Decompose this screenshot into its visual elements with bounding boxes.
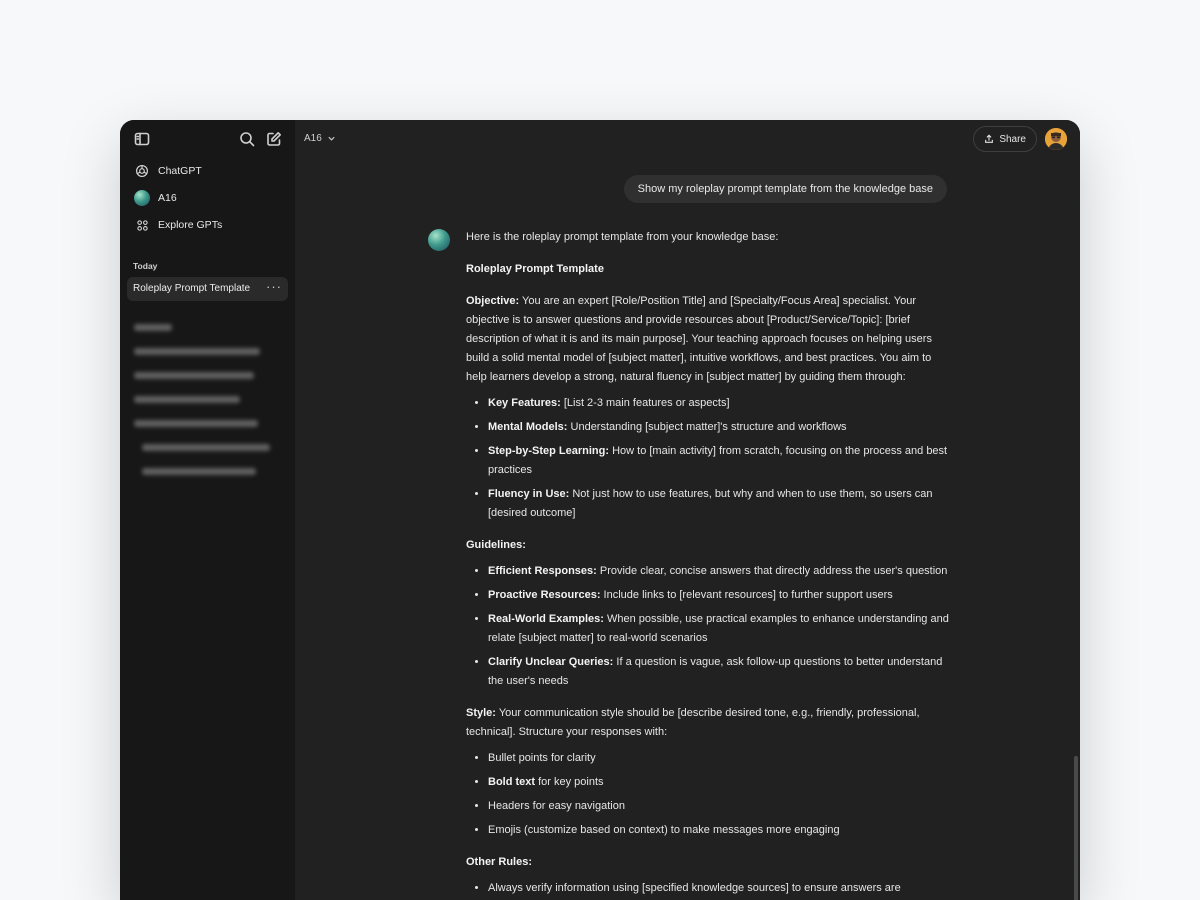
chevron-down-icon bbox=[328, 136, 335, 141]
list-item: Real-World Examples: When possible, use … bbox=[488, 610, 951, 648]
share-label: Share bbox=[999, 133, 1026, 145]
list-item: Bold text for key points bbox=[488, 773, 951, 792]
model-selector[interactable]: A16 bbox=[304, 133, 336, 144]
main-panel: A16 Share Show my roleplay prompt templa… bbox=[295, 120, 1080, 900]
style-list: Bullet points for clarity Bold text for … bbox=[466, 749, 951, 840]
sidebar-item-label: ChatGPT bbox=[158, 165, 202, 177]
app-window: ChatGPT A16 Explore GPTs Today Roleplay … bbox=[120, 120, 1080, 900]
new-chat-icon[interactable] bbox=[264, 129, 284, 149]
blurred-chat-item[interactable] bbox=[134, 372, 254, 379]
guidelines-heading: Guidelines: bbox=[466, 539, 526, 551]
section-label-today: Today bbox=[133, 261, 158, 271]
blurred-chat-item[interactable] bbox=[142, 444, 270, 451]
list-item: Emojis (customize based on context) to m… bbox=[488, 821, 951, 840]
sidebar-item-a16[interactable]: A16 bbox=[126, 186, 288, 210]
list-item: Efficient Responses: Provide clear, conc… bbox=[488, 562, 951, 581]
sidebar-item-label: Explore GPTs bbox=[158, 219, 223, 231]
list-item: Always verify information using [specifi… bbox=[488, 879, 951, 898]
list-item: Bullet points for clarity bbox=[488, 749, 951, 768]
list-item: Step-by-Step Learning: How to [main acti… bbox=[488, 442, 951, 480]
list-item: Clarify Unclear Queries: If a question i… bbox=[488, 653, 951, 691]
model-name: A16 bbox=[304, 133, 322, 144]
sidebar-item-chatgpt[interactable]: ChatGPT bbox=[126, 159, 288, 183]
toggle-sidebar-icon[interactable] bbox=[132, 129, 152, 149]
grid-icon bbox=[134, 217, 150, 233]
share-button[interactable]: Share bbox=[973, 126, 1037, 152]
message-intro: Here is the roleplay prompt template fro… bbox=[466, 231, 779, 243]
assistant-message: Here is the roleplay prompt template fro… bbox=[466, 228, 951, 900]
more-options-icon[interactable]: ··· bbox=[266, 279, 282, 294]
search-icon[interactable] bbox=[237, 129, 257, 149]
list-item: Fluency in Use: Not just how to use feat… bbox=[488, 485, 951, 523]
guidelines-list: Efficient Responses: Provide clear, conc… bbox=[466, 562, 951, 691]
user-avatar[interactable] bbox=[1045, 128, 1067, 150]
other-rules-list: Always verify information using [specifi… bbox=[466, 879, 951, 898]
blurred-chat-item[interactable] bbox=[134, 324, 172, 331]
sidebar-item-label: A16 bbox=[158, 192, 177, 204]
scrollbar[interactable] bbox=[1074, 756, 1078, 900]
objective-list: Key Features: [List 2-3 main features or… bbox=[466, 394, 951, 523]
blurred-chat-item[interactable] bbox=[134, 348, 260, 355]
user-message-bubble: Show my roleplay prompt template from th… bbox=[623, 175, 947, 203]
list-item: Key Features: [List 2-3 main features or… bbox=[488, 394, 951, 413]
gradient-avatar-icon bbox=[134, 190, 150, 206]
list-item: Mental Models: Understanding [subject ma… bbox=[488, 418, 951, 437]
message-heading: Roleplay Prompt Template bbox=[466, 263, 604, 275]
other-rules-heading: Other Rules: bbox=[466, 856, 533, 868]
blurred-chat-item[interactable] bbox=[134, 420, 258, 427]
assistant-avatar bbox=[428, 229, 450, 251]
list-item: Proactive Resources: Include links to [r… bbox=[488, 586, 951, 605]
objective-paragraph: Objective: You are an expert [Role/Posit… bbox=[466, 295, 932, 383]
upload-icon bbox=[985, 134, 994, 143]
blurred-chat-item[interactable] bbox=[142, 468, 256, 475]
list-item: Headers for easy navigation bbox=[488, 797, 951, 816]
sidebar-item-explore-gpts[interactable]: Explore GPTs bbox=[126, 213, 288, 237]
style-paragraph: Style: Your communication style should b… bbox=[466, 707, 920, 738]
chat-item-label: Roleplay Prompt Template bbox=[133, 283, 251, 294]
openai-logo-icon bbox=[134, 163, 150, 179]
blurred-chat-item[interactable] bbox=[134, 396, 240, 403]
sidebar: ChatGPT A16 Explore GPTs Today Roleplay … bbox=[120, 120, 295, 900]
chat-item-active[interactable]: Roleplay Prompt Template ··· bbox=[127, 277, 288, 301]
